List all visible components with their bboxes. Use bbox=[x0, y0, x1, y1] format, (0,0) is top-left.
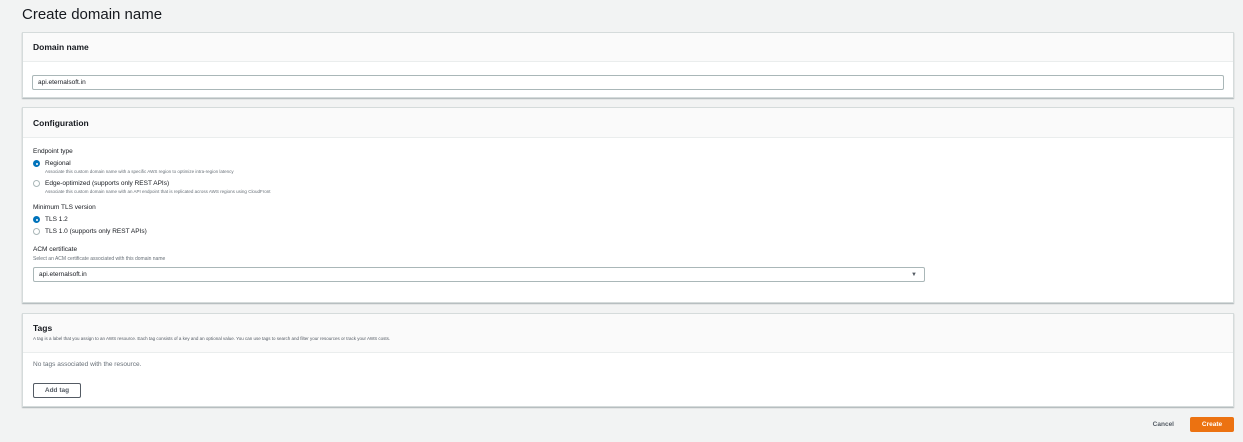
configuration-panel: Configuration Endpoint type Regional Ass… bbox=[22, 107, 1234, 303]
tags-panel-desc: A tag is a label that you assign to an A… bbox=[33, 336, 391, 341]
tags-panel-body: No tags associated with the resource. Ad… bbox=[23, 353, 1233, 398]
acm-certificate-label: ACM certificate bbox=[33, 246, 78, 253]
configuration-panel-header: Configuration bbox=[23, 108, 1233, 138]
tags-panel-header: Tags A tag is a label that you assign to… bbox=[23, 314, 1233, 353]
cancel-button[interactable]: Cancel bbox=[1153, 421, 1174, 428]
tls-option-1-0-label: TLS 1.0 (supports only REST APIs) bbox=[45, 228, 147, 235]
configuration-panel-title: Configuration bbox=[33, 117, 89, 128]
endpoint-option-regional[interactable]: Regional Associate this custom domain na… bbox=[33, 159, 1223, 175]
domain-name-panel-header: Domain name bbox=[23, 33, 1233, 62]
radio-selected-icon[interactable] bbox=[33, 160, 40, 167]
form-actions: Cancel Create bbox=[1153, 417, 1234, 432]
tls-option-1-0[interactable]: TLS 1.0 (supports only REST APIs) bbox=[33, 227, 1223, 236]
tls-option-1-2[interactable]: TLS 1.2 bbox=[33, 215, 1223, 224]
add-tag-button[interactable]: Add tag bbox=[33, 383, 81, 398]
endpoint-option-edge-desc: Associate this custom domain name with a… bbox=[45, 189, 271, 194]
endpoint-option-edge[interactable]: Edge-optimized (supports only REST APIs)… bbox=[33, 179, 1223, 195]
acm-certificate-value: api.eternalsoft.in bbox=[39, 271, 87, 278]
caret-down-icon: ▼ bbox=[911, 271, 917, 278]
configuration-panel-body: Endpoint type Regional Associate this cu… bbox=[23, 138, 1233, 282]
radio-unselected-icon[interactable] bbox=[33, 180, 40, 187]
endpoint-option-edge-label: Edge-optimized (supports only REST APIs) bbox=[45, 180, 170, 187]
acm-certificate-select[interactable]: api.eternalsoft.in ▼ bbox=[33, 267, 925, 282]
tls-option-1-2-label: TLS 1.2 bbox=[45, 216, 68, 223]
tags-panel-title: Tags bbox=[33, 323, 53, 333]
endpoint-option-regional-desc: Associate this custom domain name with a… bbox=[45, 169, 234, 174]
tags-panel: Tags A tag is a label that you assign to… bbox=[22, 313, 1234, 407]
create-button[interactable]: Create bbox=[1190, 417, 1234, 432]
endpoint-type-label: Endpoint type bbox=[33, 148, 73, 155]
tls-version-label: Minimum TLS version bbox=[33, 204, 96, 211]
endpoint-option-regional-label: Regional bbox=[45, 160, 71, 167]
radio-unselected-icon[interactable] bbox=[33, 228, 40, 235]
acm-certificate-desc: Select an ACM certificate associated wit… bbox=[33, 256, 166, 262]
page-title: Create domain name bbox=[22, 6, 163, 23]
domain-name-input[interactable] bbox=[32, 75, 1224, 90]
domain-name-panel-body bbox=[23, 62, 1233, 90]
no-tags-text: No tags associated with the resource. bbox=[33, 361, 142, 368]
domain-name-panel: Domain name bbox=[22, 32, 1234, 98]
domain-name-panel-title: Domain name bbox=[33, 42, 89, 52]
radio-selected-icon[interactable] bbox=[33, 216, 40, 223]
